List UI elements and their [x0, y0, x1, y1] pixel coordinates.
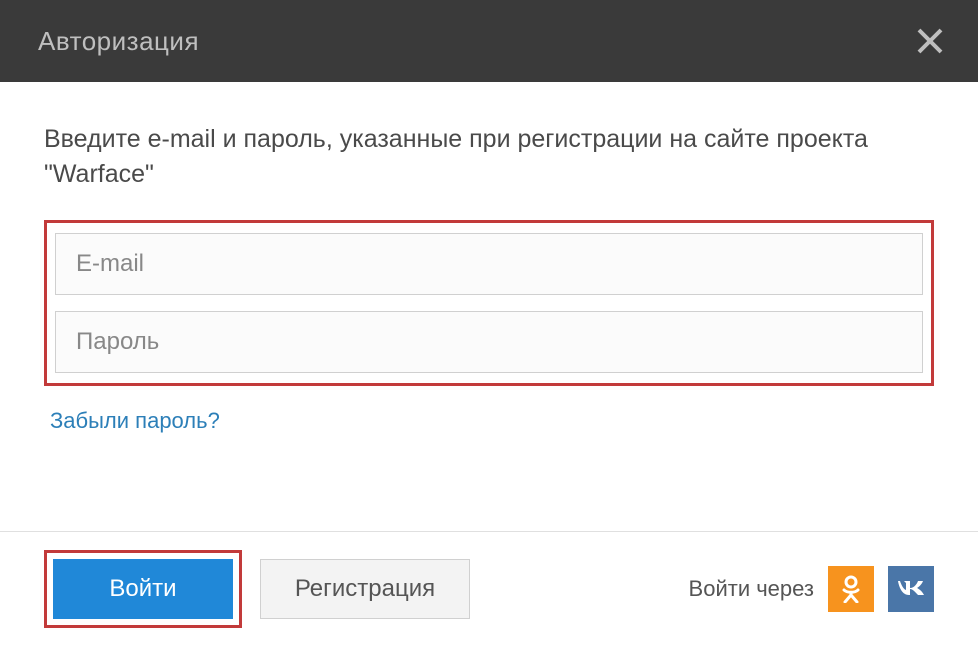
password-input[interactable] [55, 311, 923, 373]
ok-login-button[interactable] [828, 566, 874, 612]
auth-dialog: Авторизация Введите e-mail и пароль, ука… [0, 0, 978, 646]
instruction-text: Введите e-mail и пароль, указанные при р… [44, 122, 934, 192]
dialog-title: Авторизация [38, 26, 199, 57]
forgot-password-link[interactable]: Забыли пароль? [50, 408, 934, 434]
dialog-content: Введите e-mail и пароль, указанные при р… [0, 82, 978, 531]
social-login-block: Войти через [689, 566, 934, 612]
login-button[interactable]: Войти [53, 559, 233, 619]
close-button[interactable] [910, 21, 950, 61]
login-button-highlight: Войти [44, 550, 242, 628]
titlebar: Авторизация [0, 0, 978, 82]
social-login-label: Войти через [689, 576, 814, 602]
vk-login-button[interactable] [888, 566, 934, 612]
dialog-footer: Войти Регистрация Войти через [0, 531, 978, 646]
odnoklassniki-icon [839, 575, 863, 603]
email-input[interactable] [55, 233, 923, 295]
input-group-highlight [44, 220, 934, 386]
register-button[interactable]: Регистрация [260, 559, 470, 619]
vk-icon [896, 579, 926, 599]
close-icon [916, 27, 944, 55]
